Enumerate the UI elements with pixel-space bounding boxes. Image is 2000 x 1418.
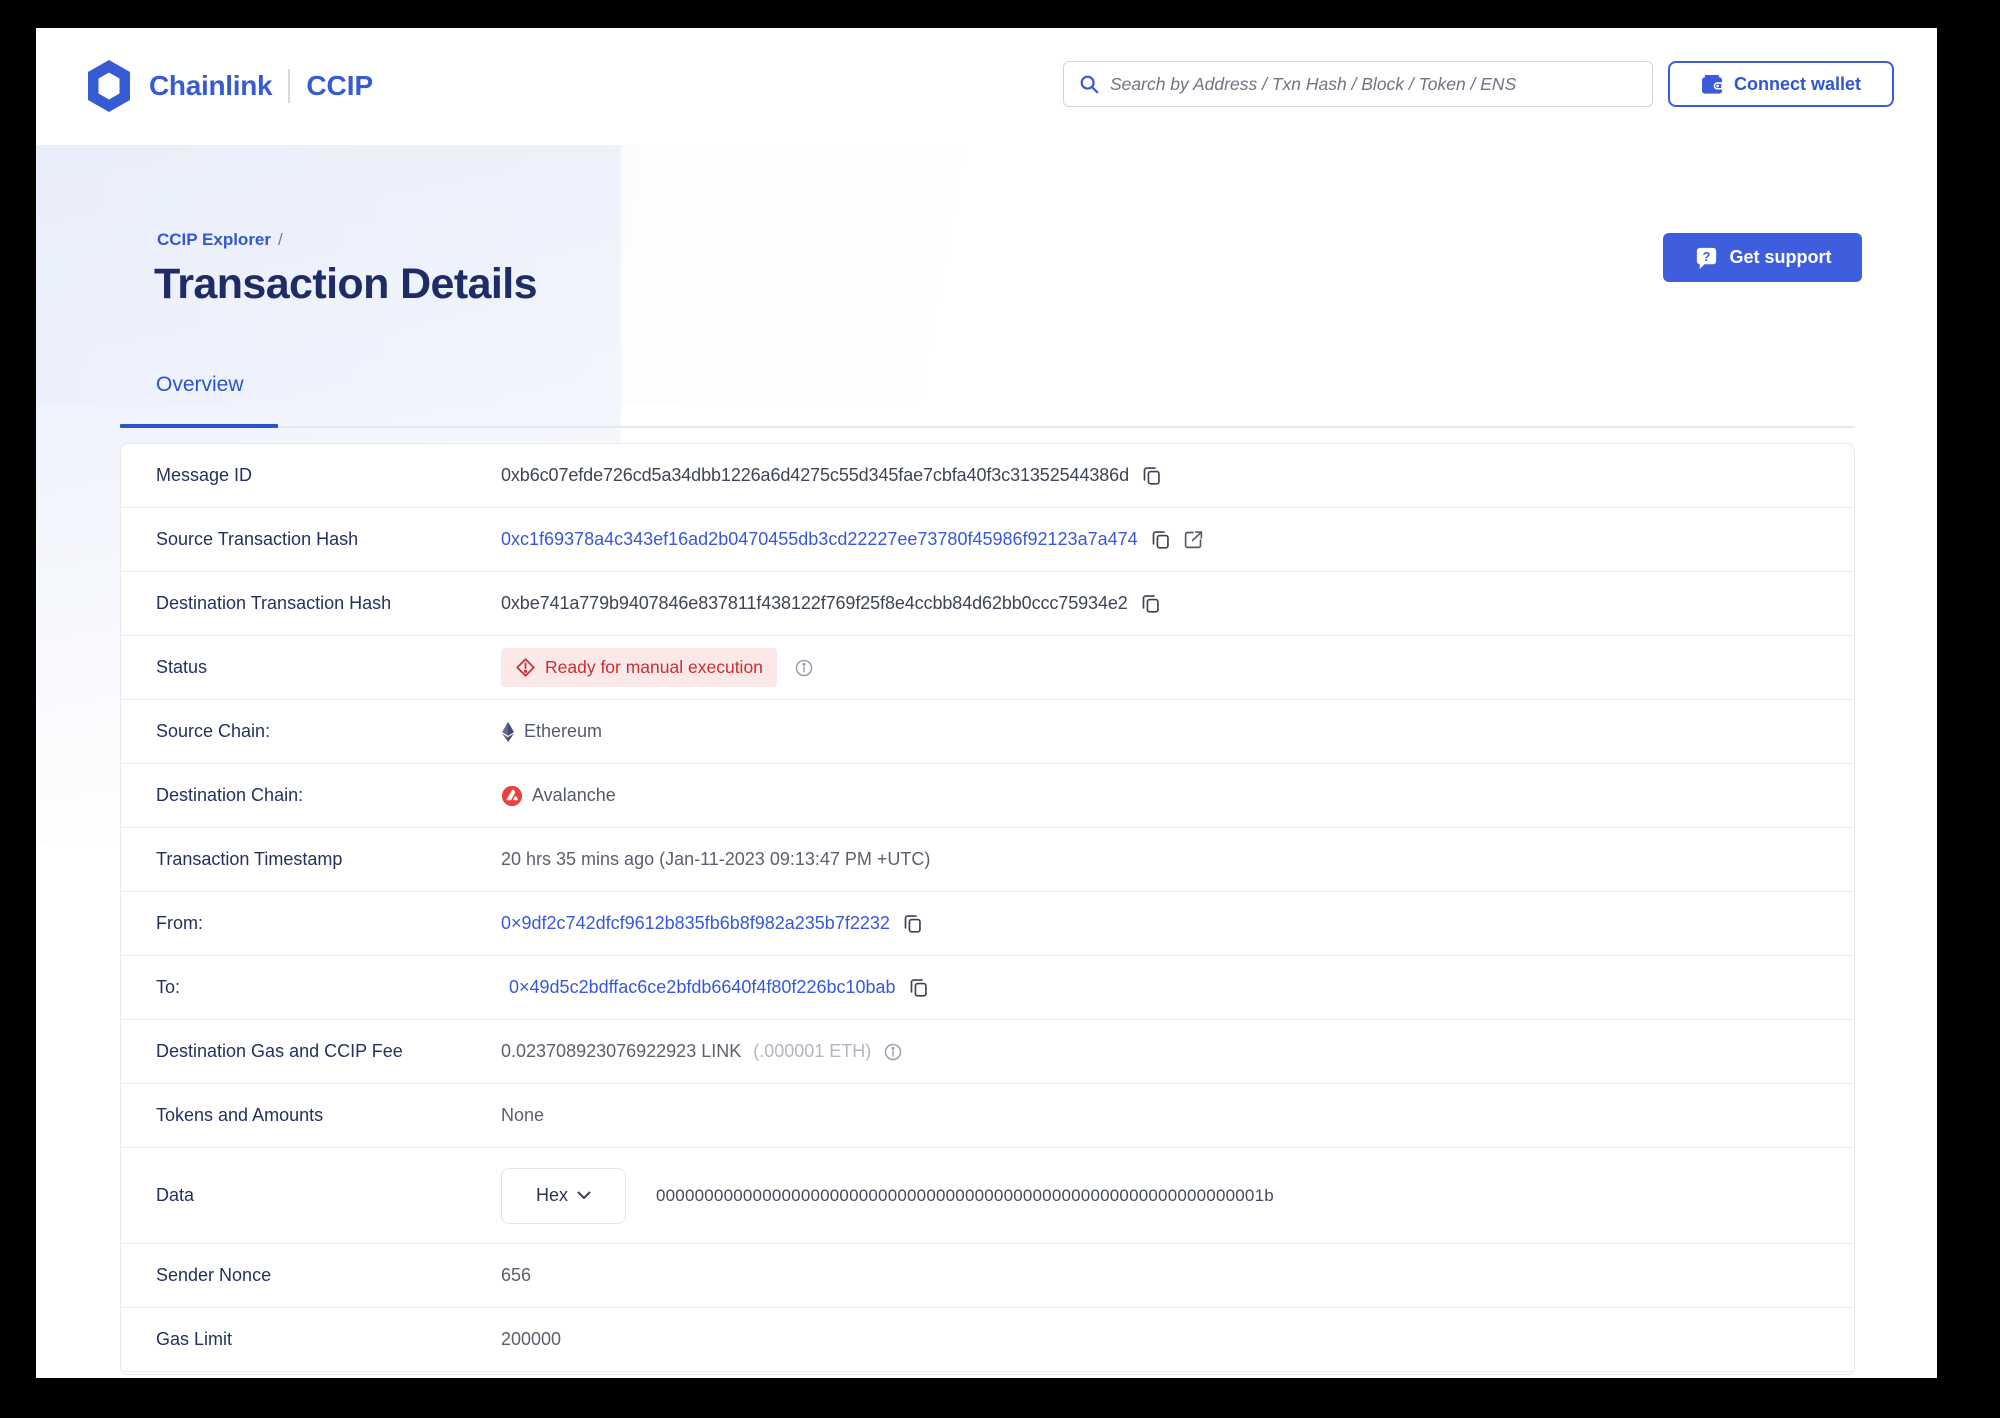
table-row-message-id: Message ID 0xb6c07efde726cd5a34dbb1226a6… [121, 444, 1854, 508]
from-address-link[interactable]: 0×9df2c742dfcf9612b835fb6b8f982a235b7f22… [501, 913, 890, 934]
source-tx-hash-link[interactable]: 0xc1f69378a4c343ef16ad2b0470455db3cd2222… [501, 529, 1138, 550]
tab-overview[interactable]: Overview [156, 373, 244, 421]
breadcrumb[interactable]: CCIP Explorer / [157, 230, 283, 250]
avalanche-icon [501, 785, 523, 807]
row-label: Tokens and Amounts [156, 1105, 324, 1125]
copy-icon[interactable] [1141, 465, 1162, 486]
to-address-link[interactable]: 0×49d5c2bdffac6ce2bfdb6640f4f80f226bc10b… [509, 977, 896, 998]
brand-divider [288, 69, 291, 103]
external-link-icon[interactable] [1183, 529, 1204, 550]
connect-wallet-button[interactable]: Connect wallet [1668, 61, 1894, 107]
get-support-button[interactable]: ? Get support [1663, 233, 1862, 282]
connect-wallet-label: Connect wallet [1733, 73, 1862, 94]
table-row-dest-tx-hash: Destination Transaction Hash 0xbe741a779… [121, 572, 1854, 636]
table-row-tokens: Tokens and Amounts None [121, 1084, 1854, 1148]
tab-active-underline [120, 424, 278, 428]
sender-nonce-value: 656 [501, 1265, 532, 1285]
info-icon[interactable] [794, 658, 814, 678]
search-bar[interactable] [1063, 61, 1653, 107]
screen: Chainlink CCIP Search by Address / Txn H… [0, 0, 2000, 1418]
fee-secondary-value: (.000001 ETH) [753, 1041, 872, 1061]
chainlink-logo-icon [85, 59, 133, 113]
dest-tx-hash-value: 0xbe741a779b9407846e837811f438122f769f25… [501, 593, 1128, 613]
table-row-sender-nonce: Sender Nonce 656 [121, 1244, 1854, 1308]
svg-text:?: ? [1702, 250, 1710, 264]
status-badge: Ready for manual execution [501, 648, 777, 687]
search-icon [1078, 73, 1100, 95]
get-support-label: Get support [1729, 247, 1832, 267]
tokens-value: None [501, 1105, 545, 1125]
ccip-explorer-page: Chainlink CCIP Search by Address / Txn H… [36, 28, 1937, 1378]
alert-diamond-icon [515, 657, 536, 678]
row-label: Data [156, 1185, 195, 1205]
copy-icon[interactable] [902, 913, 923, 934]
chevron-down-icon [577, 1191, 591, 1200]
row-label: Gas Limit [156, 1329, 233, 1349]
page-title: Transaction Details [154, 260, 538, 308]
brand-name: Chainlink [149, 70, 273, 101]
support-chat-icon: ? [1694, 245, 1719, 270]
row-label: Sender Nonce [156, 1265, 272, 1285]
source-chain-value: Ethereum [524, 721, 603, 741]
copy-icon[interactable] [1140, 593, 1161, 614]
top-header: Chainlink CCIP Search by Address / Txn H… [36, 28, 1937, 145]
table-row-dest-chain: Destination Chain: Avalanche [121, 764, 1854, 828]
row-label: Destination Chain: [156, 785, 304, 805]
table-row-empty [121, 1372, 1854, 1374]
message-id-value: 0xb6c07efde726cd5a34dbb1226a6d4275c55d34… [501, 465, 1130, 485]
tab-divider-line [120, 426, 1855, 428]
breadcrumb-link[interactable]: CCIP Explorer [157, 230, 271, 249]
row-label: To: [156, 977, 181, 997]
copy-icon[interactable] [1150, 529, 1171, 550]
row-label: Destination Transaction Hash [156, 593, 392, 613]
row-label: Transaction Timestamp [156, 849, 343, 869]
breadcrumb-separator: / [278, 230, 283, 249]
info-icon[interactable] [883, 1042, 903, 1062]
transaction-details-card: Message ID 0xb6c07efde726cd5a34dbb1226a6… [120, 443, 1855, 1375]
table-row-source-tx-hash: Source Transaction Hash 0xc1f69378a4c343… [121, 508, 1854, 572]
table-row-from: From: 0×9df2c742dfcf9612b835fb6b8f982a23… [121, 892, 1854, 956]
row-label: Source Transaction Hash [156, 529, 359, 549]
data-format-value: Hex [535, 1185, 568, 1205]
data-hex-value: 0000000000000000000000000000000000000000… [656, 1185, 1274, 1205]
brand-logo-group[interactable]: Chainlink CCIP [85, 59, 373, 113]
gas-limit-value: 200000 [501, 1329, 562, 1349]
timestamp-value: 20 hrs 35 mins ago (Jan-11-2023 09:13:47… [501, 849, 931, 869]
data-format-select[interactable]: Hex [501, 1167, 626, 1224]
row-label: Status [156, 657, 208, 677]
table-row-to: To: 0×49d5c2bdffac6ce2bfdb6640f4f80f226b… [121, 956, 1854, 1020]
wallet-icon [1701, 74, 1724, 95]
row-label: From: [156, 913, 203, 933]
dest-chain-value: Avalanche [532, 785, 616, 805]
table-row-data: Data Hex 0000000000000000000000000000000… [121, 1148, 1854, 1244]
tab-bar: Overview [120, 373, 1855, 428]
row-label: Destination Gas and CCIP Fee [156, 1041, 403, 1061]
table-row-status: Status Ready for manual execution [121, 636, 1854, 700]
search-input[interactable] [1110, 73, 1638, 95]
table-row-timestamp: Transaction Timestamp 20 hrs 35 mins ago… [121, 828, 1854, 892]
fee-value: 0.023708923076922923 LINK [501, 1041, 742, 1061]
ethereum-icon [501, 721, 515, 743]
table-row-fee: Destination Gas and CCIP Fee 0.023708923… [121, 1020, 1854, 1084]
table-row-gas-limit: Gas Limit 200000 [121, 1308, 1854, 1372]
copy-icon[interactable] [908, 977, 929, 998]
row-label: Message ID [156, 465, 253, 485]
table-row-source-chain: Source Chain: Ethereum [121, 700, 1854, 764]
status-text: Ready for manual execution [545, 657, 763, 677]
row-label: Source Chain: [156, 721, 271, 741]
brand-product: CCIP [306, 70, 374, 101]
